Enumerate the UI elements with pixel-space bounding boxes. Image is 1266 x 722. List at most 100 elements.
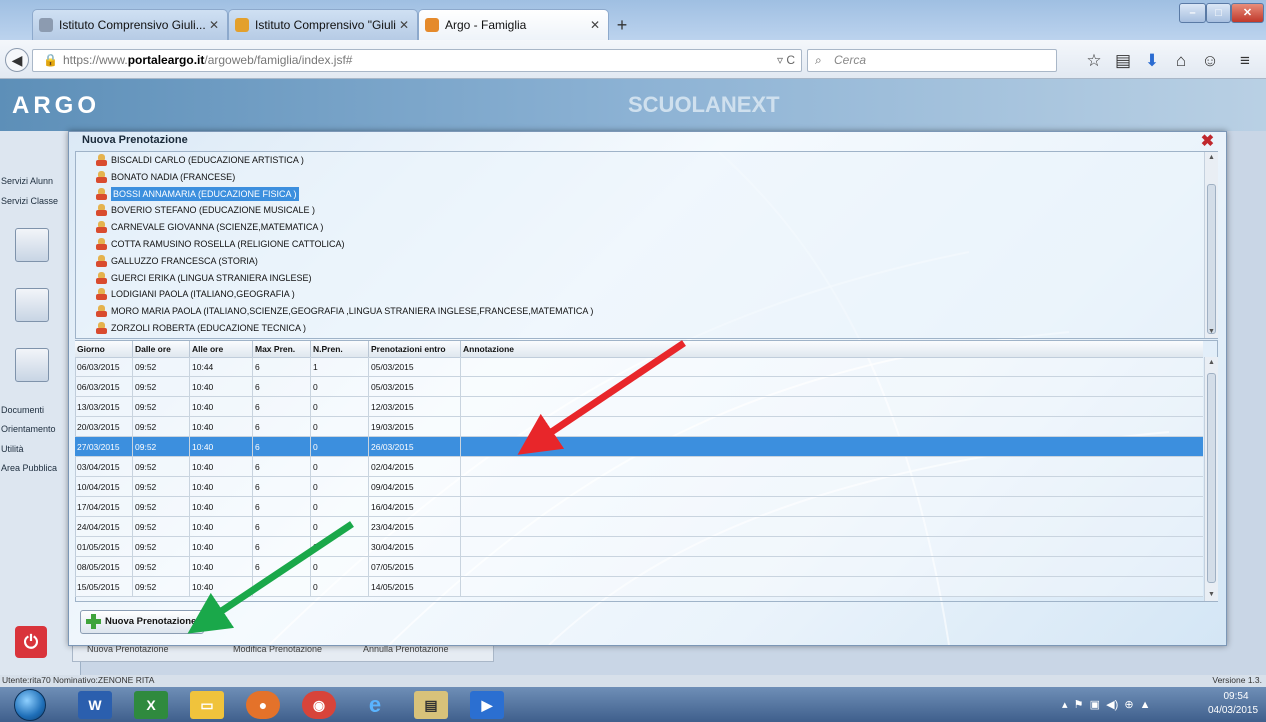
col-header[interactable]: Max Pren. xyxy=(253,341,311,357)
browser-tab-1[interactable]: Istituto Comprensivo Giuli... ✕ xyxy=(32,9,228,40)
col-header[interactable]: Giorno xyxy=(75,341,133,357)
home-icon[interactable]: ⌂ xyxy=(1170,50,1192,72)
table-cell: 08/05/2015 xyxy=(75,557,133,577)
url-bar[interactable]: 🔒 https://www.portaleargo.it/argoweb/fam… xyxy=(32,49,802,72)
chrome-icon[interactable]: ◉ xyxy=(302,691,336,719)
table-row[interactable]: 10/04/2015 09:52 10:40 6 0 09/04/2015 xyxy=(75,477,1203,497)
table-cell xyxy=(461,377,1203,397)
teacher-item[interactable]: CARNEVALE GIOVANNA (SCIENZE,MATEMATICA ) xyxy=(111,220,323,234)
power-icon[interactable]: ⏻ xyxy=(15,626,47,658)
nuova-prenotazione-button[interactable]: Nuova Prenotazione xyxy=(80,610,204,634)
chat-icon[interactable]: ☺ xyxy=(1199,50,1221,72)
table-scrollbar[interactable]: ▲ ▼ xyxy=(1204,357,1218,601)
scroll-down-icon[interactable]: ▼ xyxy=(1205,589,1218,601)
teacher-item[interactable]: MORO MARIA PAOLA (ITALIANO,SCIENZE,GEOGR… xyxy=(111,304,593,318)
close-tab-icon[interactable]: ✕ xyxy=(397,18,411,32)
table-row[interactable]: 08/05/2015 09:52 10:40 6 0 07/05/2015 xyxy=(75,557,1203,577)
close-tab-icon[interactable]: ✕ xyxy=(207,18,221,32)
close-window-button[interactable]: ✕ xyxy=(1231,3,1264,23)
teacher-item[interactable]: BISCALDI CARLO (EDUCAZIONE ARTISTICA ) xyxy=(111,153,304,167)
table-cell xyxy=(461,497,1203,517)
table-cell: 09:52 xyxy=(133,517,190,537)
table-row[interactable]: 15/05/2015 09:52 10:40 6 0 14/05/2015 xyxy=(75,577,1203,597)
teacher-item[interactable]: BOSSI ANNAMARIA (EDUCAZIONE FISICA ) xyxy=(111,187,299,201)
windows-start-icon[interactable] xyxy=(14,689,46,721)
scroll-thumb[interactable] xyxy=(1207,184,1216,334)
download-icon[interactable]: ⬇ xyxy=(1141,50,1163,72)
scroll-up-icon[interactable]: ▲ xyxy=(1205,357,1218,369)
word-icon[interactable]: W xyxy=(78,691,112,719)
table-row[interactable]: 06/03/2015 09:52 10:44 6 1 05/03/2015 xyxy=(75,357,1203,377)
col-header[interactable]: N.Pren. xyxy=(311,341,369,357)
reading-list-icon[interactable]: ▤ xyxy=(1112,50,1134,72)
teacher-item[interactable]: COTTA RAMUSINO ROSELLA (RELIGIONE CATTOL… xyxy=(111,237,345,251)
table-cell: 0 xyxy=(311,517,369,537)
table-row[interactable]: 24/04/2015 09:52 10:40 6 0 23/04/2015 xyxy=(75,517,1203,537)
bookmark-star-icon[interactable]: ☆ xyxy=(1083,50,1105,72)
table-cell: 03/04/2015 xyxy=(75,457,133,477)
table-cell: 09:52 xyxy=(133,557,190,577)
register-icon[interactable] xyxy=(15,228,49,262)
person-icon[interactable] xyxy=(15,348,49,382)
table-row[interactable]: 27/03/2015 09:52 10:40 6 0 26/03/2015 xyxy=(75,437,1203,457)
maximize-button[interactable]: □ xyxy=(1206,3,1231,23)
teacher-item[interactable]: GUERCI ERIKA (LINGUA STRANIERA INGLESE) xyxy=(111,271,312,285)
system-tray[interactable]: ▴ ⚑ ▣ ◀) ⊕ ▲ xyxy=(1062,690,1202,720)
table-cell: 14/05/2015 xyxy=(369,577,461,597)
teacher-icon xyxy=(96,288,107,300)
new-tab-button[interactable]: + xyxy=(611,14,633,36)
teacher-item[interactable]: ZORZOLI ROBERTA (EDUCAZIONE TECNICA ) xyxy=(111,321,306,335)
scroll-thumb[interactable] xyxy=(1207,373,1216,583)
close-tab-icon[interactable]: ✕ xyxy=(588,18,602,32)
argo-logo: ARGO xyxy=(12,92,100,119)
scroll-down-icon[interactable]: ▼ xyxy=(1205,326,1218,338)
clock-icon[interactable] xyxy=(15,288,49,322)
firefox-icon[interactable]: ● xyxy=(246,691,280,719)
table-cell: 26/03/2015 xyxy=(369,437,461,457)
teacher-item[interactable]: BOVERIO STEFANO (EDUCAZIONE MUSICALE ) xyxy=(111,203,315,217)
table-cell xyxy=(461,517,1203,537)
table-cell: 09:52 xyxy=(133,537,190,557)
media-player-icon[interactable]: ▶ xyxy=(470,691,504,719)
col-header[interactable]: Prenotazioni entro xyxy=(369,341,461,357)
search-input[interactable]: ⌕ Cerca xyxy=(807,49,1057,72)
table-cell: 6 xyxy=(253,537,311,557)
table-row[interactable]: 01/05/2015 09:52 10:40 6 0 30/04/2015 xyxy=(75,537,1203,557)
col-header[interactable]: Annotazione xyxy=(461,341,1203,357)
col-header[interactable]: Alle ore xyxy=(190,341,253,357)
table-cell: 6 xyxy=(253,497,311,517)
table-cell: 12/03/2015 xyxy=(369,397,461,417)
col-header[interactable]: Dalle ore xyxy=(133,341,190,357)
reload-icon[interactable]: ▿ C xyxy=(777,50,795,71)
table-row[interactable]: 17/04/2015 09:52 10:40 6 0 16/04/2015 xyxy=(75,497,1203,517)
file-explorer-icon[interactable]: ▤ xyxy=(414,691,448,719)
browser-tab-3[interactable]: Argo - Famiglia ✕ xyxy=(418,9,609,40)
teacher-icon xyxy=(96,171,107,183)
teacher-icon xyxy=(96,154,107,166)
table-row[interactable]: 13/03/2015 09:52 10:40 6 0 12/03/2015 xyxy=(75,397,1203,417)
close-icon[interactable]: ✖ xyxy=(1199,133,1216,150)
excel-icon[interactable]: X xyxy=(134,691,168,719)
scroll-up-icon[interactable]: ▲ xyxy=(1205,152,1218,164)
teacher-item[interactable]: GALLUZZO FRANCESCA (STORIA) xyxy=(111,254,258,268)
table-row[interactable]: 20/03/2015 09:52 10:40 6 0 19/03/2015 xyxy=(75,417,1203,437)
back-button[interactable]: ◀ xyxy=(5,48,29,72)
teacher-item[interactable]: BONATO NADIA (FRANCESE) xyxy=(111,170,235,184)
teacher-item[interactable]: LODIGIANI PAOLA (ITALIANO,GEOGRAFIA ) xyxy=(111,287,295,301)
table-cell: 02/04/2015 xyxy=(369,457,461,477)
minimize-button[interactable]: – xyxy=(1179,3,1206,23)
internet-explorer-icon[interactable]: e xyxy=(358,691,392,719)
table-cell: 6 xyxy=(253,517,311,537)
plus-icon xyxy=(86,614,101,629)
table-row[interactable]: 03/04/2015 09:52 10:40 6 0 02/04/2015 xyxy=(75,457,1203,477)
table-cell: 10:40 xyxy=(190,417,253,437)
clock-date[interactable]: 04/03/2015 xyxy=(1202,705,1264,716)
teacher-list-scrollbar[interactable]: ▲ ▼ xyxy=(1204,152,1218,338)
clock-time[interactable]: 09:54 xyxy=(1210,691,1262,702)
table-cell: 6 xyxy=(253,377,311,397)
teacher-icon xyxy=(96,322,107,334)
browser-tab-2[interactable]: Istituto Comprensivo "Giuli... ✕ xyxy=(228,9,418,40)
table-row[interactable]: 06/03/2015 09:52 10:40 6 0 05/03/2015 xyxy=(75,377,1203,397)
menu-icon[interactable]: ≡ xyxy=(1234,50,1256,72)
folder-icon[interactable]: ▭ xyxy=(190,691,224,719)
